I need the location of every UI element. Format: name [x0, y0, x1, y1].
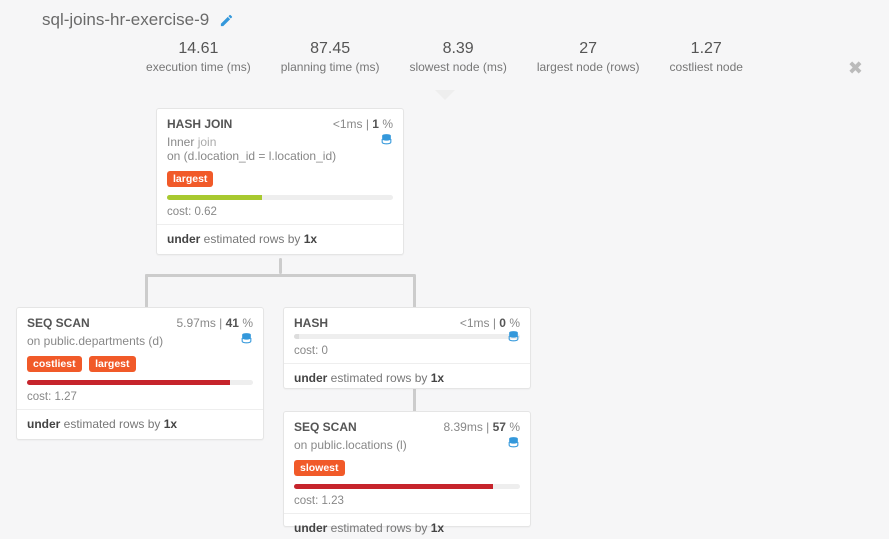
node-estimate: under estimated rows by 1x [157, 225, 403, 254]
metric-label: slowest node (ms) [409, 60, 506, 74]
node-stat: <1ms | 1 % [333, 117, 393, 131]
database-icon [380, 133, 393, 149]
progress-bar [27, 380, 230, 385]
node-estimate: under estimated rows by 1x [17, 410, 263, 439]
node-cost: cost: 1.23 [284, 491, 530, 514]
node-seq-scan-locations[interactable]: SEQ SCAN 8.39ms | 57 % on public.locatio… [283, 411, 531, 527]
progress-bar [294, 484, 493, 489]
metric-value: 14.61 [146, 40, 251, 58]
node-cost: cost: 0.62 [157, 202, 403, 225]
close-icon[interactable]: ✖ [848, 58, 863, 79]
node-title: HASH JOIN [167, 117, 232, 131]
pointer-icon [435, 90, 455, 100]
metric-value: 27 [537, 40, 640, 58]
metric-label: costliest node [670, 60, 743, 74]
connector [145, 274, 415, 277]
node-stat: <1ms | 0 % [460, 316, 520, 330]
metric-label: largest node (rows) [537, 60, 640, 74]
node-title: SEQ SCAN [294, 420, 357, 434]
node-cost: cost: 1.27 [17, 387, 263, 410]
connector [413, 274, 416, 309]
database-icon [240, 332, 253, 348]
node-subtitle: Inner join [167, 135, 216, 149]
node-cost: cost: 0 [284, 341, 530, 364]
node-title: HASH [294, 316, 328, 330]
metric-value: 87.45 [281, 40, 380, 58]
pencil-icon[interactable] [219, 13, 234, 28]
node-title: SEQ SCAN [27, 316, 90, 330]
metric-value: 8.39 [409, 40, 506, 58]
page-title: sql-joins-hr-exercise-9 [42, 10, 209, 30]
node-stat: 8.39ms | 57 % [443, 420, 520, 434]
metric-label: execution time (ms) [146, 60, 251, 74]
metrics-bar: 14.61 execution time (ms) 87.45 planning t… [0, 34, 889, 84]
node-estimate: under estimated rows by 1x [284, 364, 530, 393]
badge-largest: largest [89, 356, 135, 372]
database-icon [507, 436, 520, 452]
node-condition: on (d.location_id = l.location_id) [167, 149, 336, 163]
connector [145, 274, 148, 309]
badge-costliest: costliest [27, 356, 82, 372]
badge-slowest: slowest [294, 460, 345, 476]
node-subtitle: on public.departments (d) [27, 334, 163, 348]
progress-bar [294, 334, 299, 339]
node-subtitle: on public.locations (l) [294, 438, 407, 452]
node-hash-join[interactable]: HASH JOIN <1ms | 1 % Inner join on (d.lo… [156, 108, 404, 255]
node-seq-scan-departments[interactable]: SEQ SCAN 5.97ms | 41 % on public.departm… [16, 307, 264, 440]
node-stat: 5.97ms | 41 % [176, 316, 253, 330]
metric-label: planning time (ms) [281, 60, 380, 74]
badge-largest: largest [167, 171, 213, 187]
metric-value: 1.27 [670, 40, 743, 58]
progress-bar [167, 195, 262, 200]
node-hash[interactable]: HASH <1ms | 0 % cost: 0 under estimated … [283, 307, 531, 389]
connector [279, 258, 282, 274]
database-icon [507, 330, 520, 348]
